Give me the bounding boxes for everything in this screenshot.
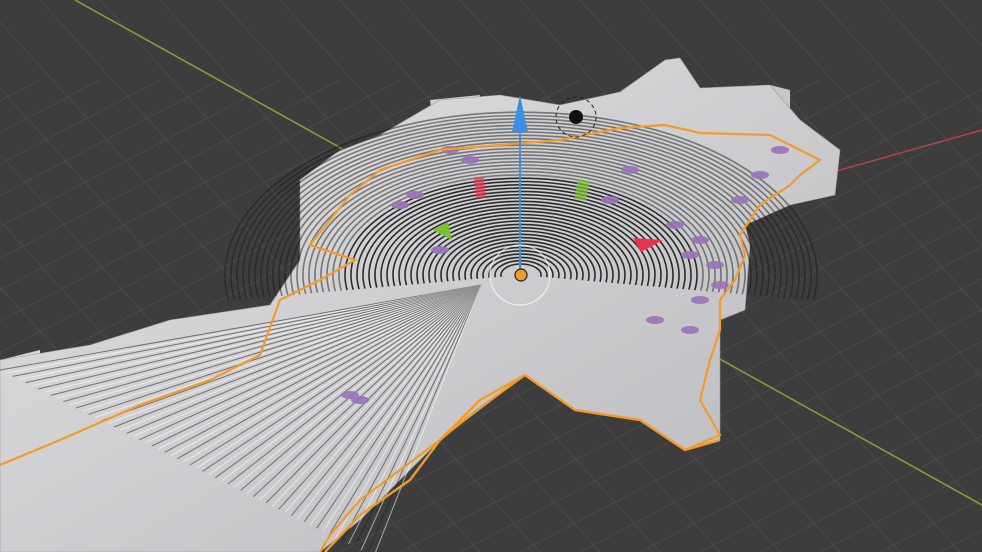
highlight-patch bbox=[431, 246, 449, 254]
highlight-patch bbox=[341, 391, 359, 399]
highlight-patch bbox=[646, 316, 664, 324]
highlight-patch bbox=[771, 146, 789, 154]
grid-line bbox=[819, 0, 982, 180]
highlight-patch bbox=[751, 171, 769, 179]
object-origin-icon[interactable] bbox=[514, 268, 528, 282]
highlight-patch bbox=[621, 166, 639, 174]
highlight-patch bbox=[691, 296, 709, 304]
highlight-patch bbox=[691, 236, 709, 244]
grid-line bbox=[939, 0, 982, 48]
highlight-patch bbox=[666, 221, 684, 229]
highlight-patch bbox=[711, 281, 729, 289]
highlight-patch bbox=[681, 251, 699, 259]
viewport-canvas[interactable] bbox=[0, 0, 982, 552]
3d-viewport[interactable] bbox=[0, 0, 982, 552]
highlight-patch bbox=[601, 196, 619, 204]
highlight-patch bbox=[461, 156, 479, 164]
grid-line bbox=[819, 466, 982, 552]
highlight-patch bbox=[391, 201, 409, 209]
grid-line bbox=[939, 529, 982, 552]
highlight-patch bbox=[681, 326, 699, 334]
view-orbit-dot-icon[interactable] bbox=[569, 110, 583, 124]
highlight-patch bbox=[706, 261, 724, 269]
highlight-patch bbox=[406, 191, 424, 199]
highlight-patch bbox=[731, 196, 749, 204]
